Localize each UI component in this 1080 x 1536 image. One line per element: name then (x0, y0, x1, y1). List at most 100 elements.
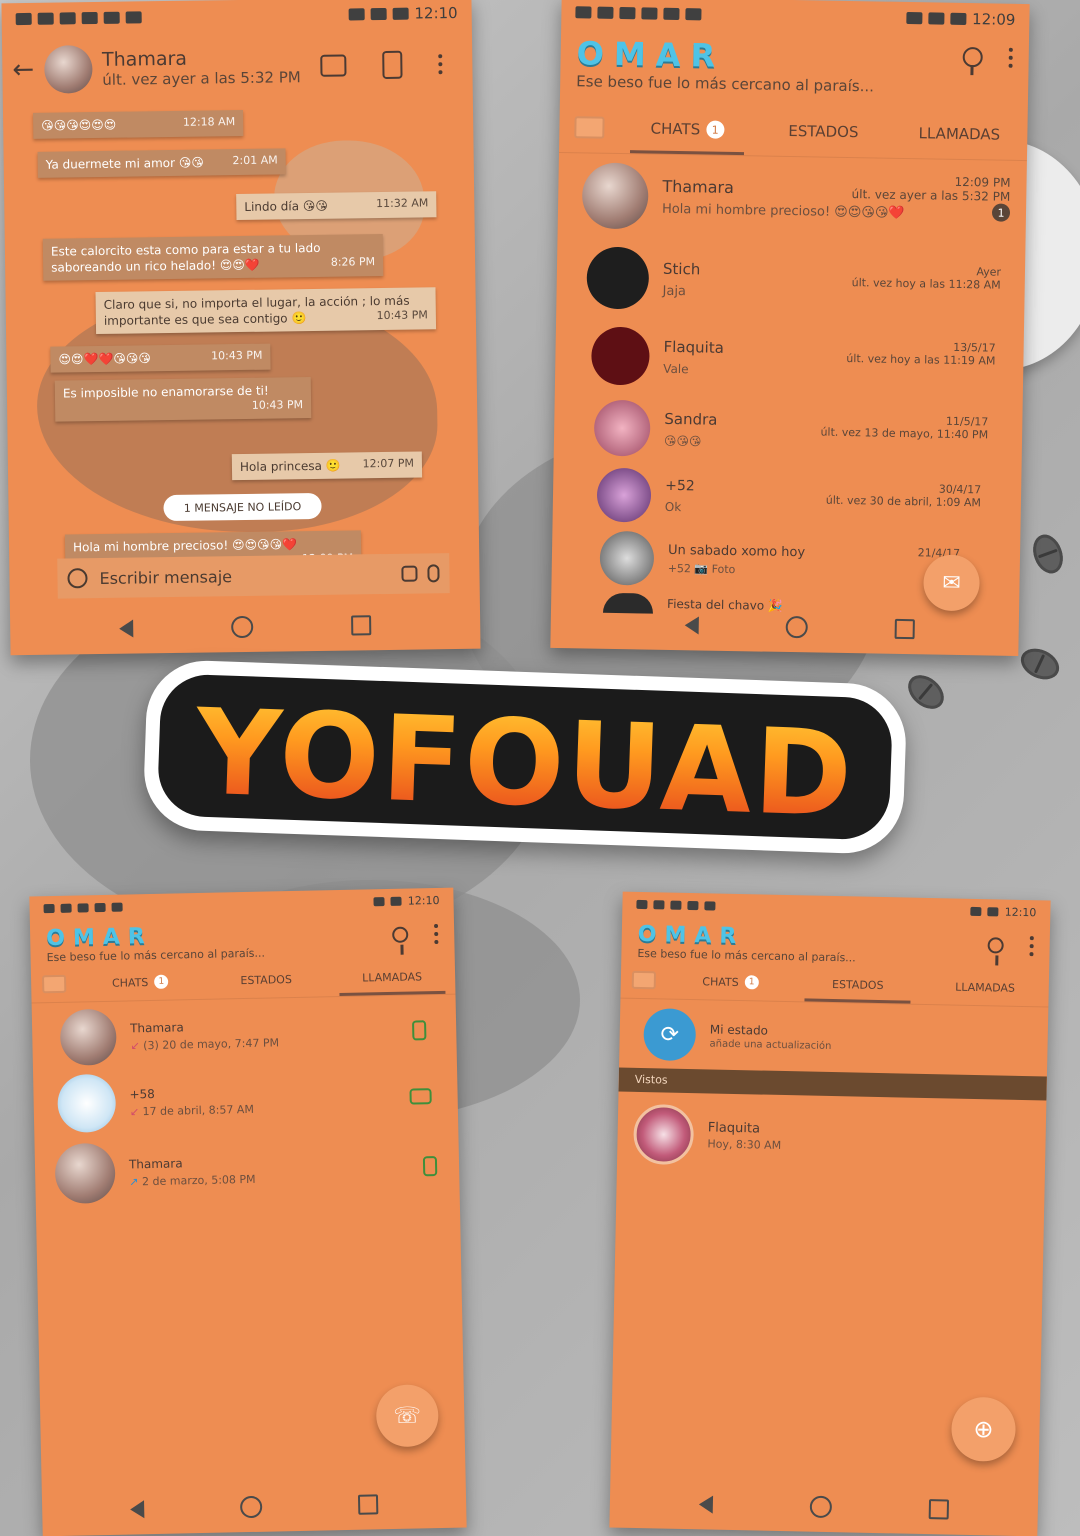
call-row[interactable]: +58 ↙ 17 de abril, 8:57 AM (33, 1066, 458, 1135)
more-options-icon[interactable] (434, 923, 439, 945)
my-status-row[interactable]: ⟳ Mi estado añade una actualización (619, 1004, 1048, 1073)
mic-icon[interactable] (427, 564, 440, 583)
home-icon[interactable] (231, 615, 254, 639)
new-call-button[interactable]: ☏ (375, 1384, 439, 1448)
search-icon[interactable] (392, 926, 409, 943)
search-icon[interactable] (962, 46, 983, 68)
chats-list-screen: 12:09 OMAR Ese beso fue lo más cercano a… (550, 0, 1030, 657)
tab-bar: CHATS 1 ESTADOS LLAMADAS (558, 101, 1028, 162)
tab-status[interactable]: ESTADOS (794, 965, 922, 1004)
message-input[interactable] (97, 563, 392, 589)
message-bubble[interactable]: Es imposible no enamorarse de ti! 10:43 P… (54, 377, 312, 422)
voice-call-icon[interactable] (412, 1020, 427, 1041)
tab-bar: CHATS 1 ESTADOS LLAMADAS (30, 957, 456, 1004)
calls-screen: 12:10 OMAR Ese beso fue lo más cercano a… (29, 887, 467, 1536)
message-bubble[interactable]: Lindo día 😘😘 11:32 AM (236, 191, 437, 221)
tab-status[interactable]: ESTADOS (755, 105, 892, 157)
unread-badge: 1 (744, 975, 759, 990)
missed-call-icon: ↙ (129, 1104, 140, 1118)
recents-icon[interactable] (928, 1499, 950, 1520)
add-status-icon[interactable]: ⟳ (643, 1008, 697, 1062)
chat-row[interactable]: +52 Ok 30/4/17 últ. vez 30 de abril, 1:09 … (553, 464, 1022, 532)
message-bubble[interactable]: 😘😘😘😍😍😍 12:18 AM (33, 109, 244, 140)
avatar[interactable] (43, 45, 93, 94)
chat-row[interactable]: Flaquita Vale 13/5/17 últ. vez hoy a las 1… (555, 322, 1024, 396)
nav-bar (42, 1478, 467, 1536)
chat-header: ← Thamara últ. vez ayer a las 5:32 PM (2, 29, 473, 106)
nav-bar (550, 598, 1019, 656)
back-icon[interactable] (130, 1500, 145, 1519)
avatar[interactable] (590, 326, 650, 386)
title-text: YOFOUAD (143, 675, 908, 851)
back-icon[interactable] (698, 1495, 713, 1514)
tab-calls[interactable]: LLAMADAS (329, 958, 456, 997)
call-row[interactable]: Thamara ↗ 2 de marzo, 5:08 PM (35, 1136, 460, 1205)
voice-call-icon[interactable] (382, 50, 403, 79)
message-bubble[interactable]: Ya duermete mi amor 😘😘 2:01 AM (37, 148, 286, 179)
add-status-button[interactable]: ⊕ (950, 1396, 1017, 1462)
contact-name[interactable]: Thamara (102, 46, 310, 71)
search-icon[interactable] (987, 937, 1004, 954)
message-composer (57, 553, 450, 599)
attach-icon[interactable] (401, 565, 418, 582)
tab-calls[interactable]: LLAMADAS (921, 968, 1049, 1007)
missed-call-icon: ↙ (130, 1038, 140, 1052)
recents-icon[interactable] (351, 615, 372, 636)
avatar[interactable] (599, 530, 655, 586)
avatar[interactable] (57, 1073, 117, 1133)
back-icon[interactable] (684, 616, 699, 635)
chat-area[interactable]: 😘😘😘😍😍😍 12:18 AM Ya duermete mi amor 😘😘 2:0… (3, 99, 479, 576)
avatar[interactable] (59, 1008, 117, 1066)
section-header: Vistos (618, 1067, 1047, 1101)
status-row[interactable]: Flaquita Hoy, 8:30 AM (617, 1102, 1046, 1175)
status-screen: 12:10 OMAR Ese beso fue lo más cercano a… (609, 891, 1051, 1536)
voice-call-icon[interactable] (422, 1156, 438, 1177)
camera-icon[interactable] (574, 116, 605, 139)
home-icon[interactable] (785, 615, 808, 639)
tab-chats[interactable]: CHATS 1 (666, 963, 794, 1002)
unread-divider: 1 MENSAJE NO LEÍDO (163, 492, 322, 522)
tab-status[interactable]: ESTADOS (203, 960, 330, 999)
message-bubble[interactable]: 😍😍❤️❤️😘😘😘 10:43 PM (50, 343, 271, 373)
camera-icon[interactable] (631, 970, 657, 990)
call-row[interactable]: Thamara ↙ (3) 20 de mayo, 7:47 PM (32, 1000, 457, 1069)
unread-badge: 1 (706, 120, 725, 139)
tab-bar: CHATS 1 ESTADOS LLAMADAS (620, 961, 1050, 1008)
avatar[interactable] (581, 162, 649, 230)
tab-calls[interactable]: LLAMADAS (891, 108, 1028, 160)
message-bubble[interactable]: Hola princesa 🙂 12:07 PM (231, 451, 423, 481)
nav-bar (10, 599, 481, 656)
more-options-icon[interactable] (1008, 47, 1013, 68)
last-seen: últ. vez ayer a las 5:32 PM (102, 68, 301, 89)
status-time: 12:10 (407, 893, 440, 908)
chat-row[interactable]: Stich Jaja Ayer últ. vez hoy a las 11:28 A… (556, 242, 1025, 320)
status-time: 12:10 (414, 3, 458, 23)
video-call-icon[interactable] (409, 1088, 432, 1105)
recents-icon[interactable] (894, 618, 916, 640)
camera-icon[interactable] (41, 974, 67, 994)
back-icon[interactable] (119, 619, 134, 638)
nav-bar (609, 1477, 1038, 1536)
emoji-icon[interactable] (67, 568, 88, 589)
message-bubble[interactable]: Claro que si, no importa el lugar, la ac… (95, 287, 437, 335)
home-icon[interactable] (809, 1495, 833, 1519)
avatar[interactable] (586, 246, 650, 310)
message-bubble[interactable]: Este calorcito esta como para estar a tu… (42, 234, 384, 282)
back-arrow-icon[interactable]: ← (12, 55, 34, 85)
outgoing-call-icon: ↗ (129, 1174, 139, 1188)
tab-chats[interactable]: CHATS 1 (619, 103, 756, 155)
chat-row[interactable]: Sandra 😘😘😘 11/5/17 últ. vez 13 de mayo, 11… (554, 396, 1023, 466)
video-call-icon[interactable] (320, 54, 347, 77)
avatar[interactable] (596, 467, 652, 523)
avatar[interactable] (633, 1103, 695, 1166)
avatar[interactable] (54, 1142, 116, 1205)
recents-icon[interactable] (357, 1494, 379, 1515)
unread-badge: 1 (991, 203, 1011, 222)
home-icon[interactable] (239, 1495, 263, 1519)
more-options-icon[interactable] (1029, 936, 1034, 957)
more-options-icon[interactable] (438, 54, 443, 75)
status-time: 12:10 (1004, 905, 1037, 919)
chat-row[interactable]: Thamara Hola mi hombre precioso! 😍😍😘😘❤️ 1… (558, 160, 1027, 238)
avatar[interactable] (593, 399, 651, 457)
tab-chats[interactable]: CHATS 1 (77, 963, 204, 1002)
